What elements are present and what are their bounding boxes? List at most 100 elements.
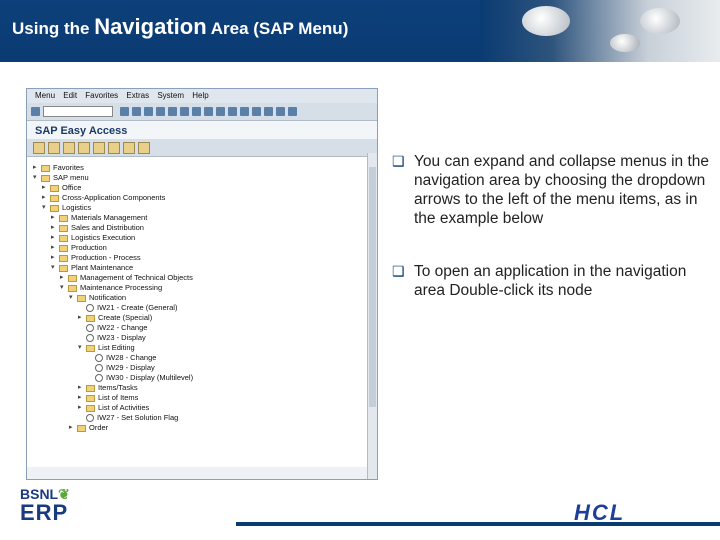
tree-label: Management of Technical Objects: [80, 273, 193, 282]
transaction-icon: [86, 334, 94, 342]
tree-scrollbar[interactable]: [367, 153, 377, 479]
last-page-icon[interactable]: [240, 107, 249, 116]
tree-row[interactable]: ▾ List Editing: [33, 343, 377, 353]
tree-row[interactable]: ▾ Logistics: [33, 203, 377, 213]
tree-row[interactable]: ▸ List of Activities: [33, 403, 377, 413]
tree-row[interactable]: ▾ Maintenance Processing: [33, 283, 377, 293]
tree-row[interactable]: IW23 - Display: [33, 333, 377, 343]
bullet-item: ❑ To open an application in the navigati…: [392, 262, 710, 300]
tree-row[interactable]: IW27 - Set Solution Flag: [33, 413, 377, 423]
title-big: Navigation: [94, 14, 207, 39]
expand-arrow-icon[interactable]: ▸: [78, 393, 86, 403]
shortcut-icon[interactable]: [264, 107, 273, 116]
tree-row[interactable]: ▸ Order: [33, 423, 377, 433]
tree-row[interactable]: IW21 - Create (General): [33, 303, 377, 313]
tree-row[interactable]: ▸ Create (Special): [33, 313, 377, 323]
tree-row[interactable]: ▸ Favorites: [33, 163, 377, 173]
expand-arrow-icon[interactable]: ▸: [51, 243, 59, 253]
tree-row[interactable]: ▸ Management of Technical Objects: [33, 273, 377, 283]
tree-row[interactable]: ▸ Production: [33, 243, 377, 253]
expand-arrow-icon[interactable]: ▸: [33, 163, 41, 173]
find-next-icon[interactable]: [192, 107, 201, 116]
expand-arrow-icon[interactable]: ▸: [78, 403, 86, 413]
tree-label: List Editing: [98, 343, 135, 352]
user-menu-icon[interactable]: [48, 141, 60, 154]
tree-row[interactable]: ▸ Logistics Execution: [33, 233, 377, 243]
menu-item-system[interactable]: System: [157, 91, 184, 100]
back-icon[interactable]: [132, 107, 141, 116]
menu-item-menu[interactable]: Menu: [35, 91, 55, 100]
tree-row[interactable]: ▸ Office: [33, 183, 377, 193]
footer-rule: [236, 522, 720, 526]
tree-label: Sales and Distribution: [71, 223, 144, 232]
tree-label: Items/Tasks: [98, 383, 138, 392]
menu-item-favorites[interactable]: Favorites: [85, 91, 118, 100]
save-icon[interactable]: [120, 107, 129, 116]
tree-row[interactable]: ▸ List of Items: [33, 393, 377, 403]
move-up-icon[interactable]: [123, 141, 135, 154]
delete-favorite-icon[interactable]: [93, 141, 105, 154]
folder-icon: [59, 244, 68, 252]
print-icon[interactable]: [168, 107, 177, 116]
tree-label: Create (Special): [98, 313, 153, 322]
tree-row[interactable]: ▾ Plant Maintenance: [33, 263, 377, 273]
menu-icon[interactable]: [33, 141, 45, 154]
checkbox-bullet-icon: ❑: [392, 263, 405, 279]
tree-row[interactable]: IW28 - Change: [33, 353, 377, 363]
command-field[interactable]: [43, 106, 113, 117]
exit-icon[interactable]: [144, 107, 153, 116]
new-session-icon[interactable]: [252, 107, 261, 116]
tree-row[interactable]: ▸ Sales and Distribution: [33, 223, 377, 233]
header-satellite-photo: [480, 0, 720, 62]
folder-icon: [59, 224, 68, 232]
menu-item-help[interactable]: Help: [192, 91, 208, 100]
layout-icon[interactable]: [288, 107, 297, 116]
tree-row[interactable]: ▸ Items/Tasks: [33, 383, 377, 393]
menu-item-edit[interactable]: Edit: [63, 91, 77, 100]
tree-label: IW30 - Display (Multilevel): [106, 373, 194, 382]
tree-row[interactable]: IW30 - Display (Multilevel): [33, 373, 377, 383]
expand-arrow-icon[interactable]: ▸: [51, 253, 59, 263]
find-icon[interactable]: [180, 107, 189, 116]
collapse-arrow-icon[interactable]: ▾: [78, 343, 86, 353]
edit-favorite-icon[interactable]: [108, 141, 120, 154]
expand-arrow-icon[interactable]: ▸: [60, 273, 68, 283]
menu-item-extras[interactable]: Extras: [126, 91, 149, 100]
tree-row[interactable]: ▸ Production - Process: [33, 253, 377, 263]
sap-menu-icon[interactable]: [63, 141, 75, 154]
collapse-arrow-icon[interactable]: ▾: [51, 263, 59, 273]
next-page-icon[interactable]: [228, 107, 237, 116]
expand-arrow-icon[interactable]: ▸: [51, 223, 59, 233]
tree-row[interactable]: ▾ SAP menu: [33, 173, 377, 183]
collapse-arrow-icon[interactable]: ▾: [69, 293, 77, 303]
expand-arrow-icon[interactable]: ▸: [42, 183, 50, 193]
tree-row[interactable]: IW29 - Display: [33, 363, 377, 373]
cancel-icon[interactable]: [156, 107, 165, 116]
add-favorite-icon[interactable]: [78, 141, 90, 154]
tree-label: IW22 - Change: [97, 323, 148, 332]
tree-row[interactable]: ▾ Notification: [33, 293, 377, 303]
tree-row[interactable]: IW22 - Change: [33, 323, 377, 333]
expand-arrow-icon[interactable]: ▸: [51, 213, 59, 223]
expand-arrow-icon[interactable]: ▸: [78, 313, 86, 323]
scrollbar-thumb[interactable]: [369, 167, 376, 407]
expand-arrow-icon[interactable]: ▸: [78, 383, 86, 393]
sap-screenshot: Menu Edit Favorites Extras System Help S…: [26, 88, 378, 480]
collapse-arrow-icon[interactable]: ▾: [60, 283, 68, 293]
expand-arrow-icon[interactable]: ▸: [51, 233, 59, 243]
tree-row[interactable]: ▸ Cross-Application Components: [33, 193, 377, 203]
previous-page-icon[interactable]: [216, 107, 225, 116]
move-down-icon[interactable]: [138, 141, 150, 154]
expand-arrow-icon[interactable]: ▸: [69, 423, 77, 433]
sap-standard-toolbar: [27, 103, 377, 121]
collapse-arrow-icon[interactable]: ▾: [42, 203, 50, 213]
collapse-arrow-icon[interactable]: ▾: [33, 173, 41, 183]
first-page-icon[interactable]: [204, 107, 213, 116]
bullet-text: To open an application in the navigation…: [414, 263, 687, 299]
tree-row[interactable]: ▸ Materials Management: [33, 213, 377, 223]
enter-icon[interactable]: [31, 107, 40, 116]
help-icon[interactable]: [276, 107, 285, 116]
expand-arrow-icon[interactable]: ▸: [42, 193, 50, 203]
tree-label: Order: [89, 423, 109, 432]
tree-label: SAP menu: [53, 173, 89, 182]
